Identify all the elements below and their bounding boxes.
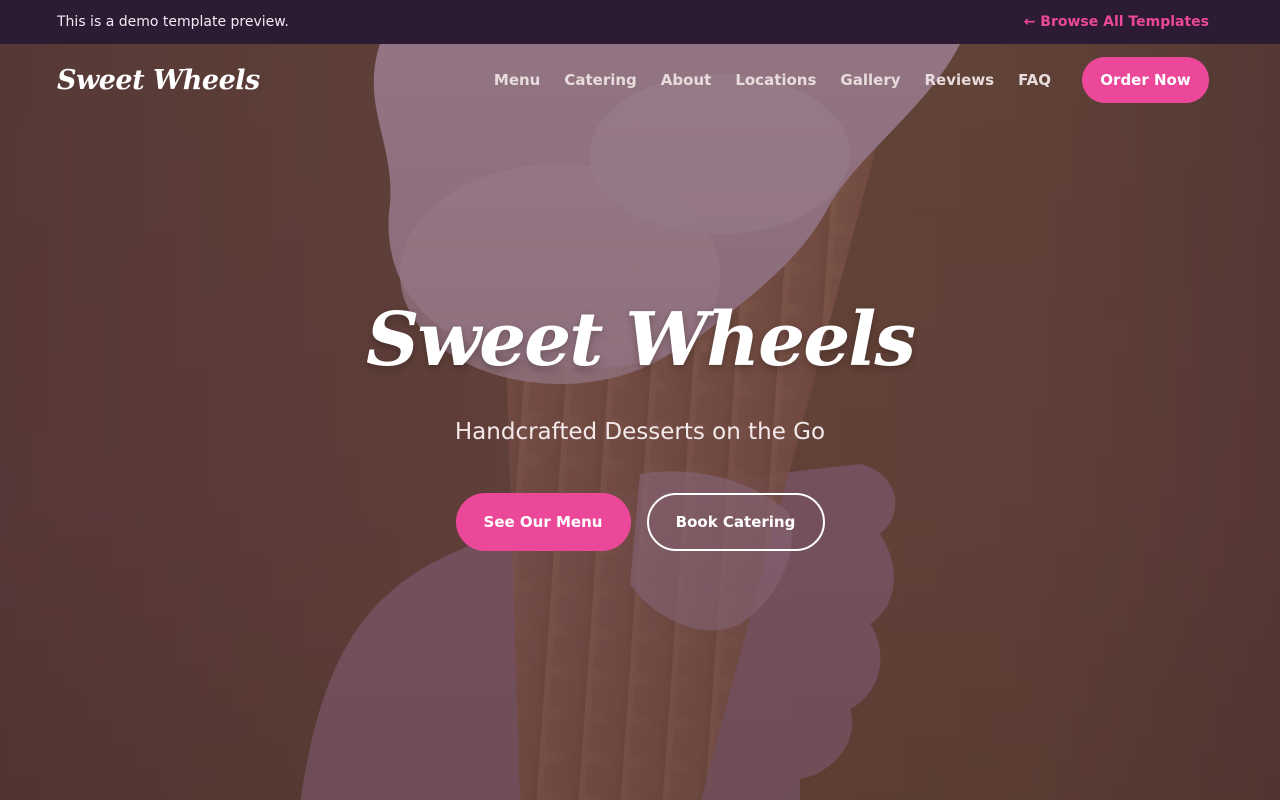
hero-subtitle: Handcrafted Desserts on the Go bbox=[454, 418, 826, 445]
nav-link-menu[interactable]: Menu bbox=[494, 71, 540, 89]
hero-content: Sweet Wheels Handcrafted Desserts on the… bbox=[0, 296, 1280, 551]
nav-link-locations[interactable]: Locations bbox=[735, 71, 816, 89]
hero-buttons: See Our Menu Book Catering bbox=[0, 492, 1280, 551]
order-now-button[interactable]: Order Now bbox=[1082, 57, 1209, 103]
nav-links: Menu Catering About Locations Gallery Re… bbox=[470, 57, 1209, 103]
nav-link-reviews[interactable]: Reviews bbox=[925, 71, 995, 89]
main-nav: Sweet Wheels Menu Catering About Locatio… bbox=[57, 44, 1209, 116]
nav-link-gallery[interactable]: Gallery bbox=[840, 71, 900, 89]
nav-link-faq[interactable]: FAQ bbox=[1018, 71, 1051, 89]
demo-notice: This is a demo template preview. bbox=[57, 14, 289, 30]
browse-templates-link[interactable]: ← Browse All Templates bbox=[1024, 14, 1209, 30]
see-menu-button[interactable]: See Our Menu bbox=[455, 492, 631, 551]
book-catering-button[interactable]: Book Catering bbox=[646, 492, 825, 551]
hero-title: Sweet Wheels bbox=[365, 297, 916, 383]
nav-link-about[interactable]: About bbox=[661, 71, 712, 89]
demo-bar: This is a demo template preview. ← Brows… bbox=[0, 0, 1280, 44]
nav-link-catering[interactable]: Catering bbox=[564, 71, 636, 89]
logo[interactable]: Sweet Wheels bbox=[57, 65, 260, 96]
